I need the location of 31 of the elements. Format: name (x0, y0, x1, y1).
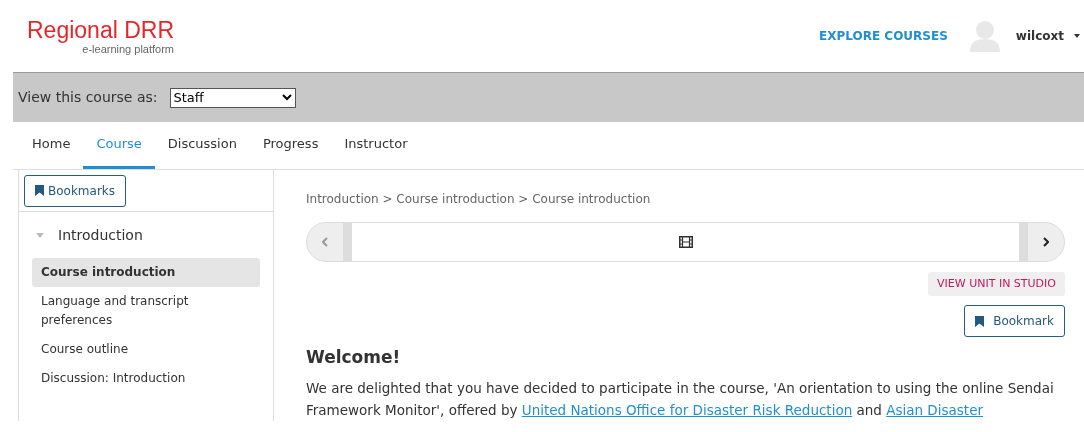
logo-subtitle: e-learning platform (82, 43, 174, 55)
nav-tab[interactable]: Progress (249, 122, 332, 169)
explore-courses-link[interactable]: EXPLORE COURSES (819, 27, 948, 45)
sidebar-item[interactable]: Course outline (32, 335, 260, 364)
sidebar-item[interactable]: Discussion: Introduction (32, 364, 260, 393)
chevron-left-icon (322, 237, 328, 247)
film-icon[interactable] (678, 236, 693, 248)
username[interactable]: wilcoxt (1015, 27, 1064, 45)
view-as-label: View this course as: (18, 88, 158, 107)
welcome-heading: Welcome! (306, 346, 402, 369)
logo-title: Regional DRR (27, 17, 174, 43)
welcome-paragraph: We are delighted that you have decided to participate in the course, 'An orientation to using the online Sendai Framework Monitor', offered by United Nations Office for Disaster Risk Reduction and Asian Disaster (306, 378, 1055, 420)
nav-tab[interactable]: Course (83, 122, 155, 169)
bookmark-icon (35, 185, 44, 196)
nav-tab[interactable]: Instructor (331, 122, 421, 169)
section-title[interactable]: Introduction (58, 224, 143, 246)
expand-caret-icon[interactable] (36, 232, 44, 238)
nav-tab[interactable]: Discussion (154, 122, 250, 169)
caret-icon[interactable] (1074, 34, 1080, 38)
sidebar-item[interactable]: Course introduction (32, 258, 260, 287)
organization-link[interactable]: Asian Disaster (886, 401, 983, 418)
bookmark-button[interactable]: Bookmark (964, 305, 1065, 337)
organization-link[interactable]: United Nations Office for Disaster Risk Reduction (521, 401, 853, 418)
view-as-select[interactable]: Staff (169, 87, 296, 108)
nav-tab[interactable]: Home (19, 122, 84, 169)
sidebar-item[interactable]: Language and transcript preferences (32, 287, 260, 335)
bookmark-icon (975, 315, 985, 327)
chevron-right-icon (1043, 237, 1049, 247)
breadcrumb: Introduction > Course introduction > Course introduction (306, 191, 652, 208)
view-in-studio-button[interactable]: VIEW UNIT IN STUDIO (928, 272, 1065, 296)
bookmarks-button[interactable]: Bookmarks (24, 174, 127, 207)
